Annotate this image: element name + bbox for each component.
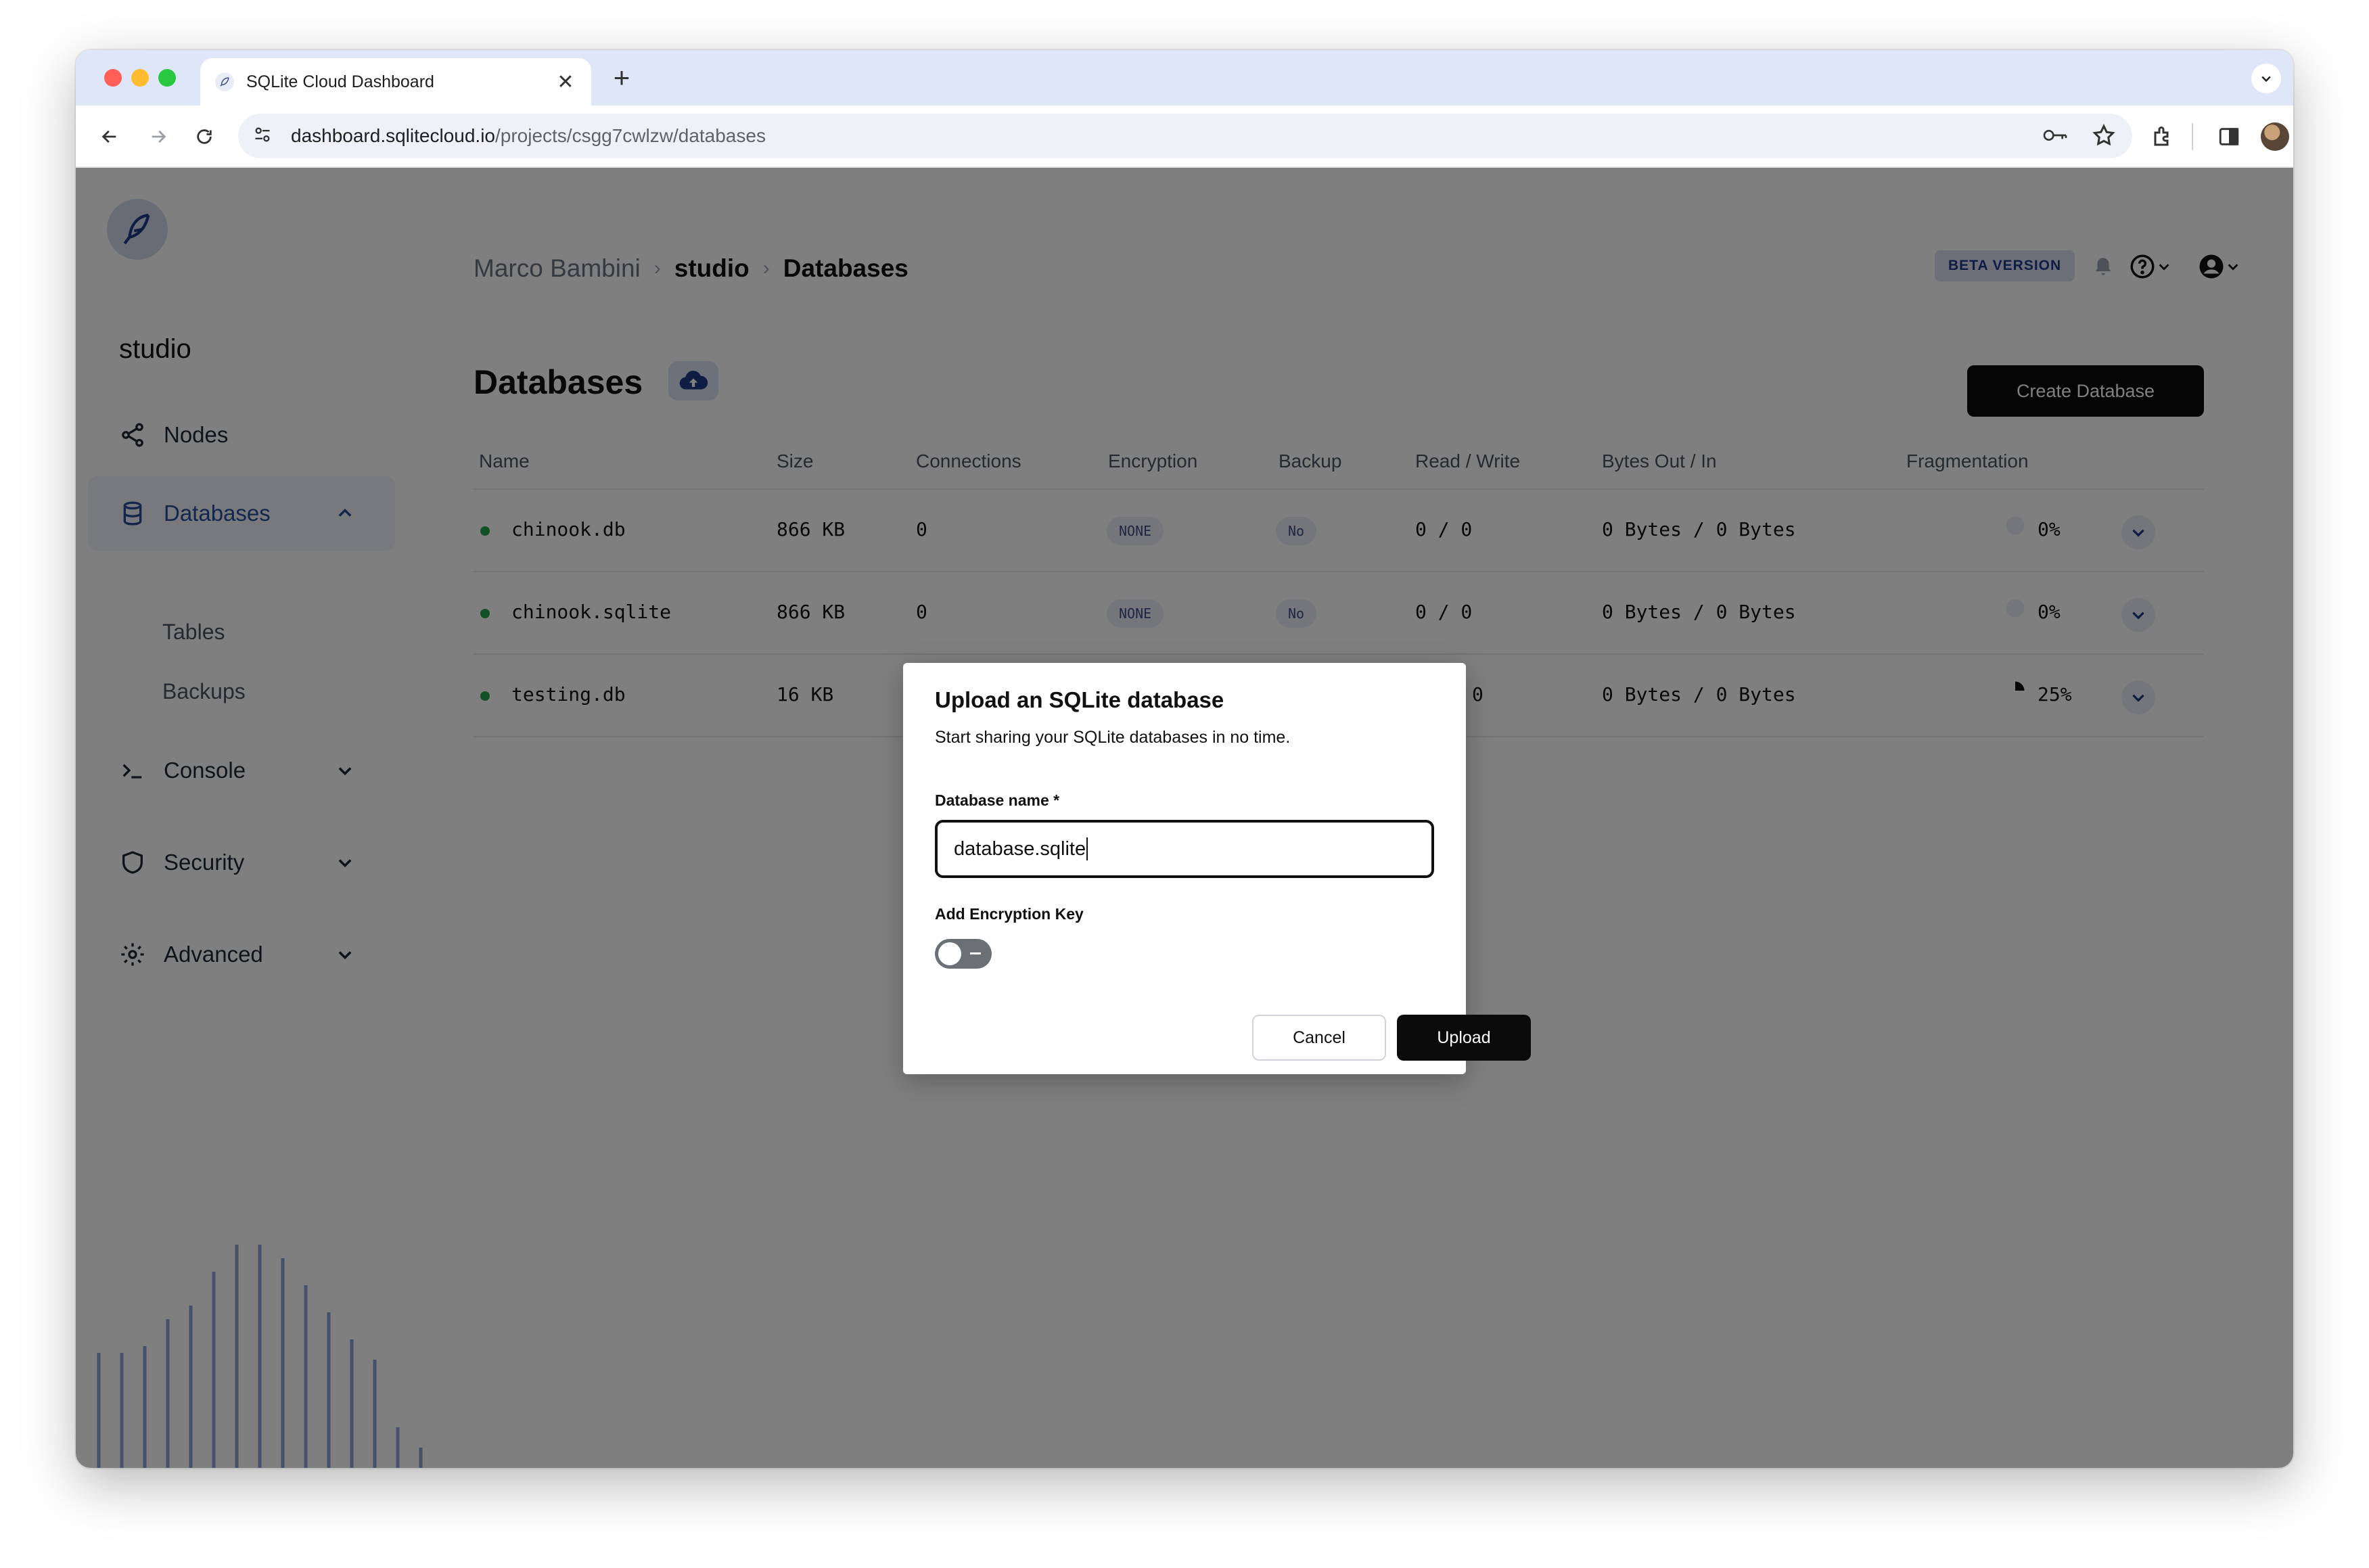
new-tab-button[interactable]: + bbox=[605, 61, 639, 95]
reload-button[interactable] bbox=[189, 122, 219, 152]
password-key-icon[interactable] bbox=[2042, 123, 2069, 151]
side-panel-icon bbox=[2219, 128, 2239, 145]
toolbar-divider bbox=[2192, 123, 2193, 150]
puzzle-icon bbox=[2154, 126, 2169, 146]
encryption-key-label: Add Encryption Key bbox=[935, 905, 1084, 923]
arrow-left-icon bbox=[101, 130, 116, 143]
browser-toolbar: dashboard.sqlitecloud.io/projects/csgg7c… bbox=[76, 106, 2293, 168]
database-name-input[interactable]: database.sqlite bbox=[935, 820, 1434, 878]
chevron-down-icon bbox=[2261, 76, 2271, 83]
tab-close-icon[interactable]: ✕ bbox=[555, 70, 576, 94]
profile-avatar-button[interactable] bbox=[2261, 120, 2289, 153]
dashboard-page: studio Nodes Databases Tables Backups Co… bbox=[76, 168, 2293, 1468]
bookmark-star-icon[interactable] bbox=[2092, 123, 2116, 151]
reload-icon bbox=[197, 129, 212, 144]
url-text: dashboard.sqlitecloud.io/projects/csgg7c… bbox=[291, 125, 766, 147]
upload-database-dialog: Upload an SQLite database Start sharing … bbox=[903, 663, 1531, 1074]
avatar bbox=[2261, 122, 2289, 151]
url-host: dashboard.sqlitecloud.io bbox=[291, 125, 495, 146]
toggle-knob bbox=[938, 942, 961, 965]
cancel-button[interactable]: Cancel bbox=[1252, 1015, 1386, 1061]
site-settings-icon[interactable] bbox=[253, 125, 272, 147]
extensions-button[interactable] bbox=[2151, 120, 2176, 153]
upload-button[interactable]: Upload bbox=[1397, 1015, 1531, 1061]
browser-window: SQLite Cloud Dashboard ✕ + dashboard.sql… bbox=[76, 50, 2293, 1468]
forward-button[interactable] bbox=[143, 122, 173, 152]
address-bar[interactable]: dashboard.sqlitecloud.io/projects/csgg7c… bbox=[238, 114, 2132, 158]
browser-tab-bar: SQLite Cloud Dashboard ✕ + bbox=[76, 50, 2293, 106]
tab-search-button[interactable] bbox=[2251, 64, 2281, 93]
encryption-key-toggle[interactable] bbox=[935, 939, 992, 969]
browser-tab[interactable]: SQLite Cloud Dashboard ✕ bbox=[200, 58, 591, 106]
zoom-window-button[interactable] bbox=[158, 69, 176, 87]
back-button[interactable] bbox=[95, 122, 124, 152]
feather-favicon-icon bbox=[215, 72, 234, 91]
side-panel-button[interactable] bbox=[2217, 120, 2240, 153]
minimize-window-button[interactable] bbox=[131, 69, 149, 87]
arrow-right-icon bbox=[152, 130, 166, 143]
database-name-value: database.sqlite bbox=[954, 837, 1086, 860]
close-window-button[interactable] bbox=[104, 69, 122, 87]
dialog-subtitle: Start sharing your SQLite databases in n… bbox=[935, 728, 1291, 747]
dialog-title: Upload an SQLite database bbox=[935, 687, 1224, 712]
tab-title: SQLite Cloud Dashboard bbox=[246, 72, 434, 91]
url-path: /projects/csgg7cwlzw/databases bbox=[495, 125, 766, 146]
database-name-label: Database name * bbox=[935, 791, 1060, 809]
toggle-off-mark-icon bbox=[970, 952, 981, 954]
text-caret bbox=[1086, 837, 1088, 860]
